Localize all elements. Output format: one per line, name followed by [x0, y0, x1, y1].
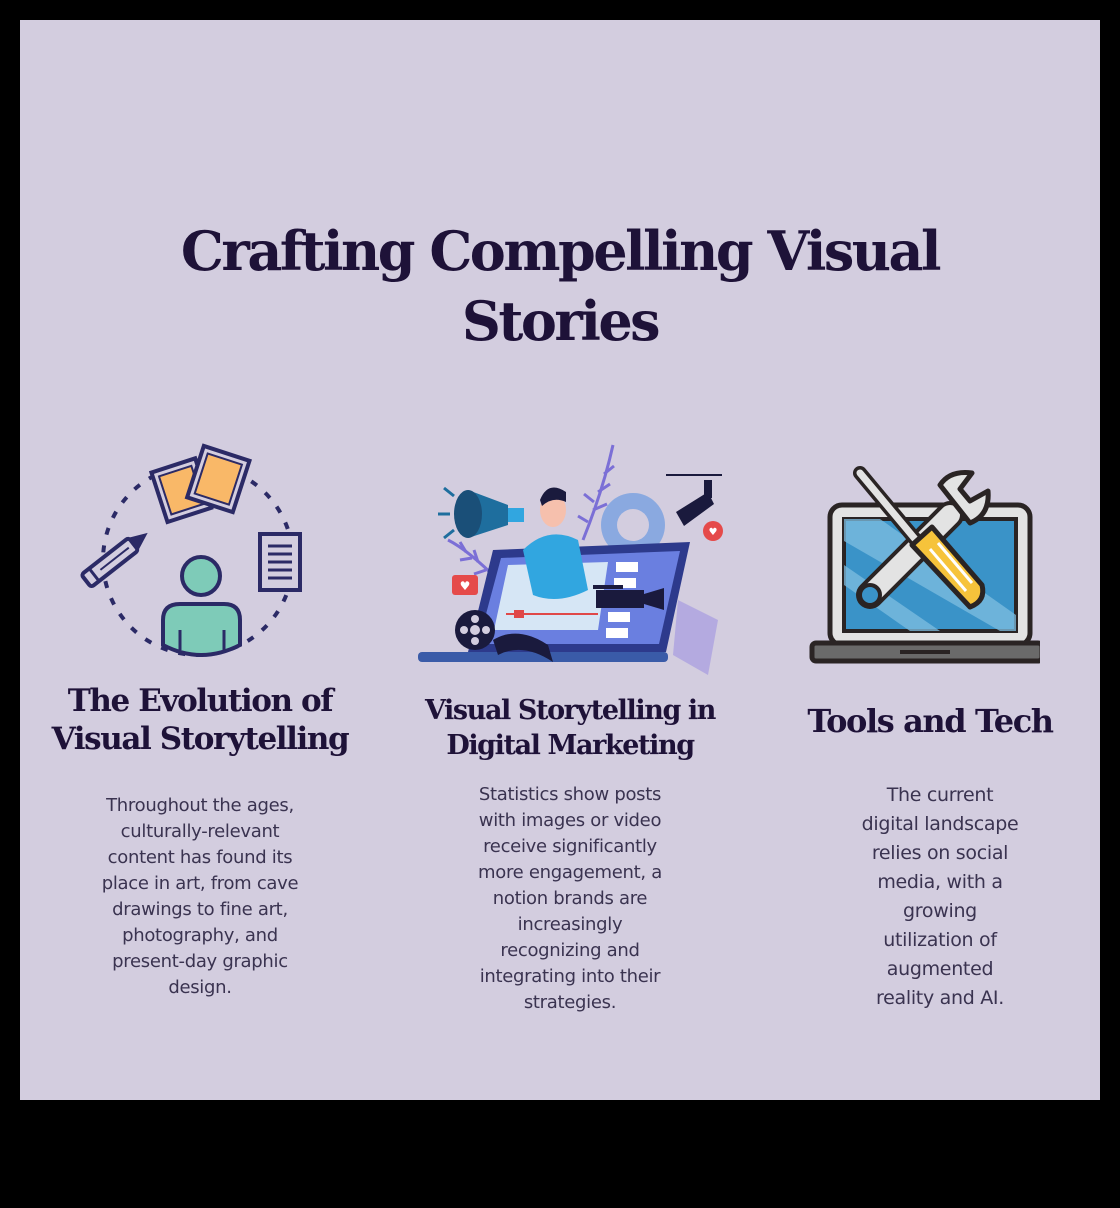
gear-hole [617, 509, 649, 541]
body-line: reality and AI. [876, 987, 1004, 1009]
like-bubble-icon: ♥ [452, 575, 478, 595]
svg-text:♥: ♥ [709, 527, 718, 538]
heading-line: Tools and Tech [807, 702, 1054, 740]
body-line: growing [903, 900, 977, 922]
body-line: content has found its [107, 847, 293, 868]
section-heading: The Evolution of Visual Storytelling [20, 682, 380, 758]
section-heading: Visual Storytelling in Digital Marketing [380, 693, 760, 763]
body-line: augmented [886, 958, 994, 980]
body-line: notion brands are [492, 888, 648, 909]
digital-marketing-illustration: ♥ ♥ [418, 444, 723, 675]
person-illustration [523, 487, 588, 599]
section-body: Throughout the ages, culturally-relevant… [70, 793, 330, 1001]
section-tools-tech: Tools and Tech The current digital lands… [760, 20, 1100, 1100]
infographic-panel: Crafting Compelling Visual Stories The E… [20, 20, 1100, 1100]
body-line: receive significantly [483, 836, 657, 857]
section-heading: Tools and Tech [760, 701, 1100, 741]
body-line: drawings to fine art, [112, 899, 288, 920]
play-icon [514, 610, 524, 618]
megaphone-icon [438, 486, 524, 540]
body-line: strategies. [523, 992, 617, 1013]
body-line: photography, and [122, 925, 278, 946]
body-line: Statistics show posts [478, 784, 662, 805]
video-camera-icon [666, 474, 722, 526]
body-line: culturally-relevant [120, 821, 280, 842]
heading-line: Digital Marketing [446, 730, 695, 761]
body-line: more engagement, a [478, 862, 662, 883]
body-line: media, with a [877, 871, 1003, 893]
body-line: integrating into their [479, 966, 661, 987]
body-line: relies on social [871, 842, 1009, 864]
heading-line: The Evolution of [67, 683, 334, 719]
body-line: design. [168, 977, 232, 998]
heading-line: Visual Storytelling in [424, 695, 716, 726]
body-line: utilization of [883, 929, 997, 951]
body-line: digital landscape [861, 813, 1019, 835]
body-line: present-day graphic [112, 951, 288, 972]
section-evolution: The Evolution of Visual Storytelling Thr… [20, 20, 380, 1100]
like-bubble-icon: ♥ [703, 521, 723, 541]
body-line: place in art, from cave [101, 873, 299, 894]
body-line: recognizing and [500, 940, 640, 961]
heading-line: Visual Storytelling [51, 721, 350, 757]
storytelling-cycle-icon [80, 443, 302, 657]
document-icon [258, 532, 302, 592]
section-body: Statistics show posts with images or vid… [450, 782, 690, 1016]
section-digital-marketing: ♥ ♥ Visual Storytelling in Digital Marke… [380, 20, 760, 1100]
pencil-icon [80, 532, 148, 589]
paper-shape [673, 600, 718, 675]
body-line: The current [886, 784, 994, 806]
section-body: The current digital landscape relies on … [830, 781, 1050, 1013]
body-line: with images or video [478, 810, 662, 831]
body-line: Throughout the ages, [106, 795, 294, 816]
laptop-tools-icon [809, 466, 1040, 664]
svg-text:♥: ♥ [460, 579, 471, 593]
photos-icon [148, 443, 252, 525]
person-icon [161, 555, 242, 657]
body-line: increasingly [517, 914, 623, 935]
